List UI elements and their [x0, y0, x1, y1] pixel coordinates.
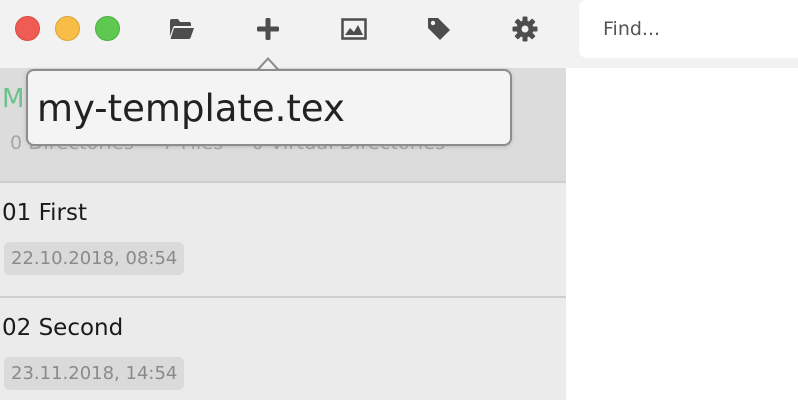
- close-window-button[interactable]: [15, 16, 40, 41]
- search-input[interactable]: [603, 18, 793, 40]
- insert-image-button[interactable]: [338, 14, 370, 44]
- file-title: 02 Second: [2, 315, 124, 341]
- open-directory-button[interactable]: [166, 14, 198, 44]
- gear-icon: [512, 16, 538, 42]
- zoom-window-button[interactable]: [95, 16, 120, 41]
- folder-open-icon: [170, 19, 194, 39]
- list-item[interactable]: 01 First 22.10.2018, 08:54: [0, 183, 566, 298]
- settings-button[interactable]: [509, 14, 541, 44]
- filename-input[interactable]: [37, 83, 497, 133]
- file-title: 01 First: [2, 200, 87, 226]
- tags-button[interactable]: [423, 14, 455, 44]
- tag-icon: [428, 18, 450, 40]
- toolbar: [0, 0, 798, 68]
- directory-name: M: [2, 84, 25, 114]
- image-icon: [341, 18, 367, 40]
- new-file-popover: [26, 69, 512, 146]
- search-box[interactable]: [579, 0, 798, 58]
- file-date-badge: 22.10.2018, 08:54: [4, 242, 185, 275]
- file-date-badge: 23.11.2018, 14:54: [4, 357, 185, 390]
- editor-pane[interactable]: [566, 68, 798, 400]
- plus-icon: [257, 18, 279, 40]
- new-file-button[interactable]: [252, 14, 284, 44]
- minimize-window-button[interactable]: [55, 16, 80, 41]
- list-item[interactable]: 02 Second 23.11.2018, 14:54: [0, 298, 566, 400]
